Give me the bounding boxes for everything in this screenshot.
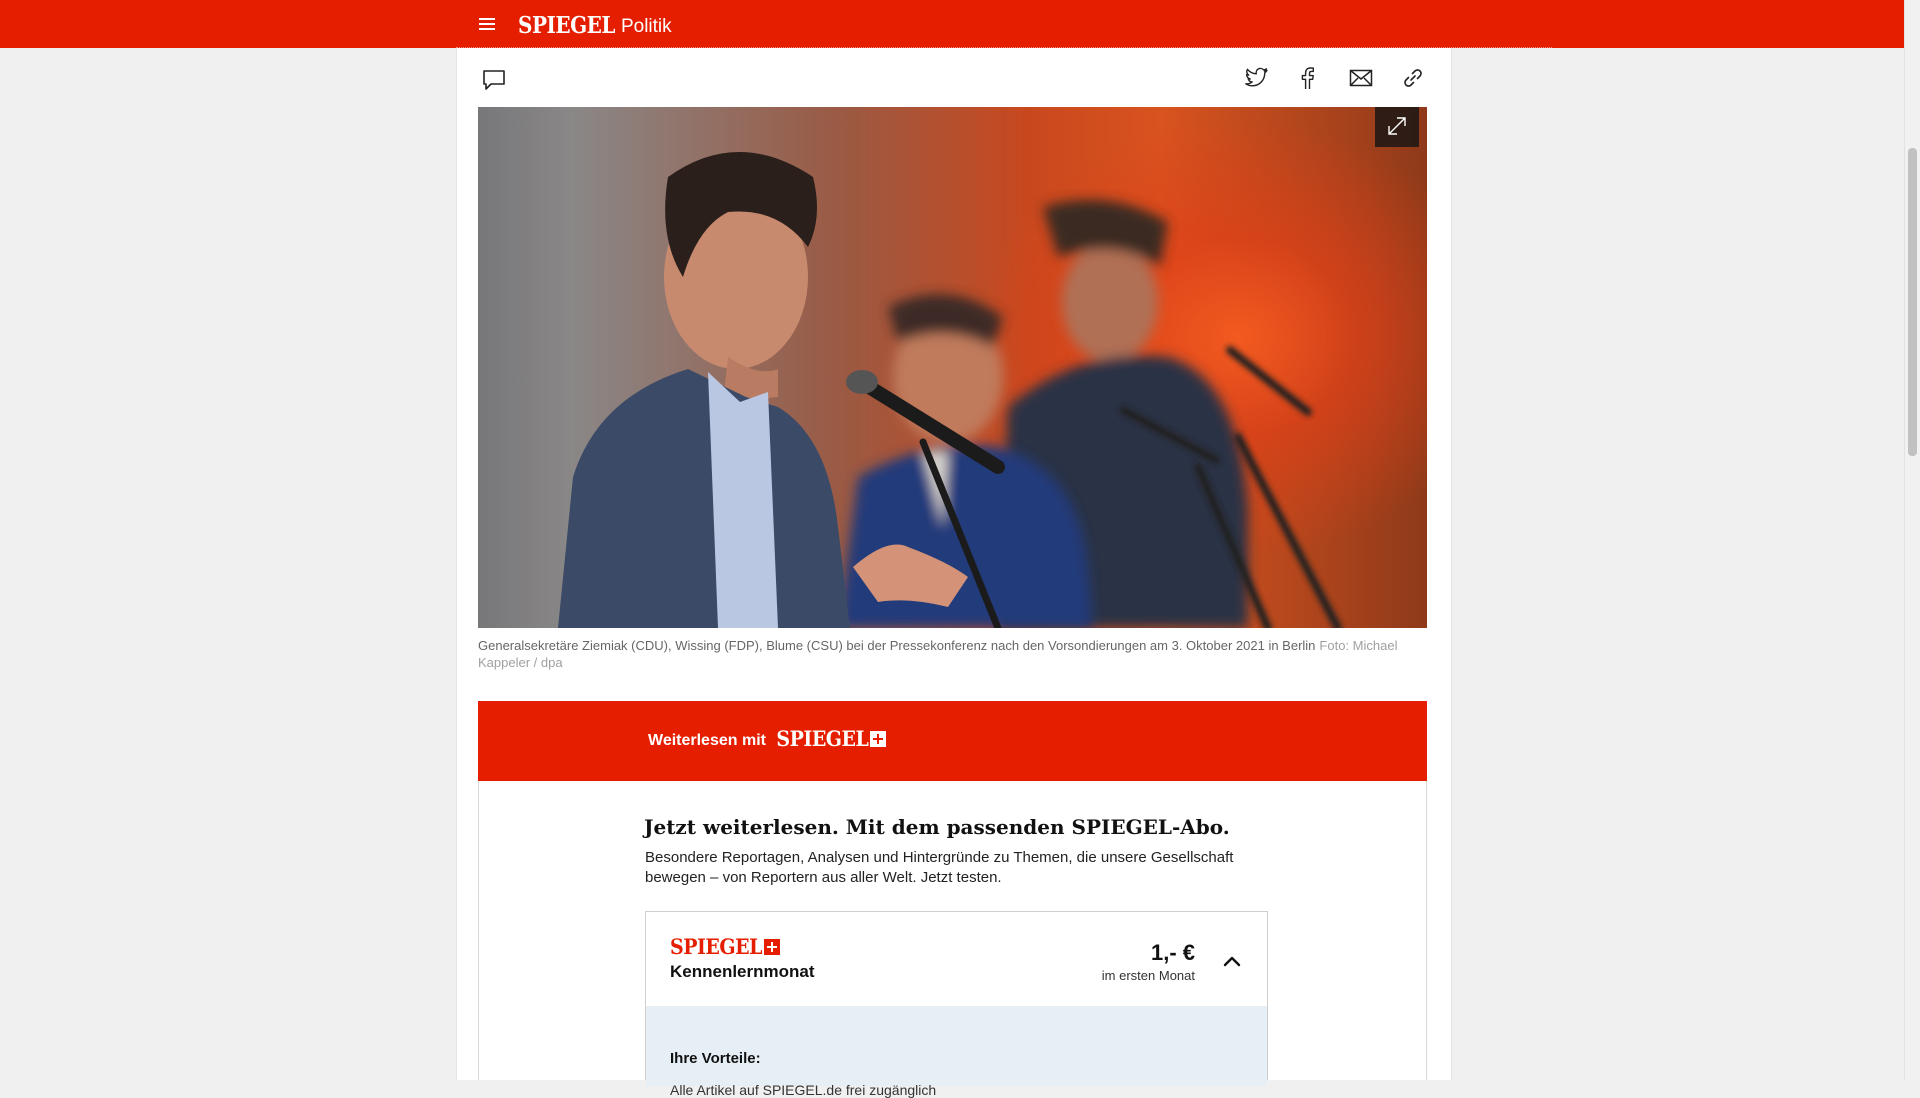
paywall-banner: Weiterlesen mit SPIEGEL: [478, 701, 1427, 781]
section-name[interactable]: Politik: [621, 16, 672, 37]
comment-icon[interactable]: [482, 69, 506, 91]
banner-text: Weiterlesen mit: [648, 732, 766, 750]
expand-image-button[interactable]: [1375, 107, 1419, 147]
chevron-up-icon[interactable]: [1223, 954, 1241, 972]
spiegel-logo[interactable]: SPIEGEL: [518, 11, 615, 39]
hamburger-menu-icon[interactable]: [476, 13, 498, 35]
offer-price-note: im ersten Monat: [1101, 968, 1195, 983]
plus-icon: [870, 731, 887, 747]
benefits-title: Ihre Vorteile:: [670, 1050, 761, 1067]
spiegel-plus-logo-word: SPIEGEL: [776, 726, 869, 752]
link-icon[interactable]: [1402, 67, 1424, 89]
offer-card-header[interactable]: SPIEGEL Kennenlernmonat 1,- € im ersten …: [646, 912, 1267, 1006]
benefit-item: Alle Artikel auf SPIEGEL.de frei zugängl…: [670, 1082, 937, 1098]
facebook-icon[interactable]: [1299, 66, 1315, 90]
plus-icon-red: [763, 939, 780, 955]
spiegel-plus-logo-red: SPIEGEL: [670, 934, 780, 960]
offer-benefits: Ihre Vorteile: Alle Artikel auf SPIEGEL.…: [646, 1006, 1267, 1098]
paywall-banner-label: Weiterlesen mit SPIEGEL: [648, 726, 887, 752]
caption-text: Generalsekretäre Ziemiak (CDU), Wissing …: [478, 638, 1316, 653]
page-scrollbar[interactable]: [1904, 0, 1920, 1080]
offer-price: 1,- €: [1150, 940, 1195, 965]
site-brand[interactable]: SPIEGEL Politik: [518, 11, 672, 39]
expand-icon: [1388, 117, 1406, 135]
scrollbar-thumb[interactable]: [1908, 148, 1917, 456]
twitter-icon[interactable]: [1245, 67, 1269, 89]
offer-logo-word: SPIEGEL: [670, 934, 762, 960]
mail-icon[interactable]: [1349, 69, 1373, 87]
offer-card: SPIEGEL Kennenlernmonat 1,- € im ersten …: [645, 911, 1268, 1098]
paywall-intro: Besondere Reportagen, Analysen und Hinte…: [645, 849, 1234, 886]
top-navigation-bar: SPIEGEL Politik: [0, 0, 1904, 48]
photo-caption: Generalsekretäre Ziemiak (CDU), Wissing …: [478, 637, 1428, 671]
photo-scene: [558, 152, 1342, 628]
offer-plan-name: Kennenlernmonat: [670, 962, 815, 981]
article-photo[interactable]: [478, 107, 1427, 628]
spiegel-plus-logo: SPIEGEL: [776, 726, 887, 752]
paywall-headline: Jetzt weiterlesen. Mit dem passenden SPI…: [644, 815, 1230, 839]
header-divider: [456, 47, 1552, 48]
